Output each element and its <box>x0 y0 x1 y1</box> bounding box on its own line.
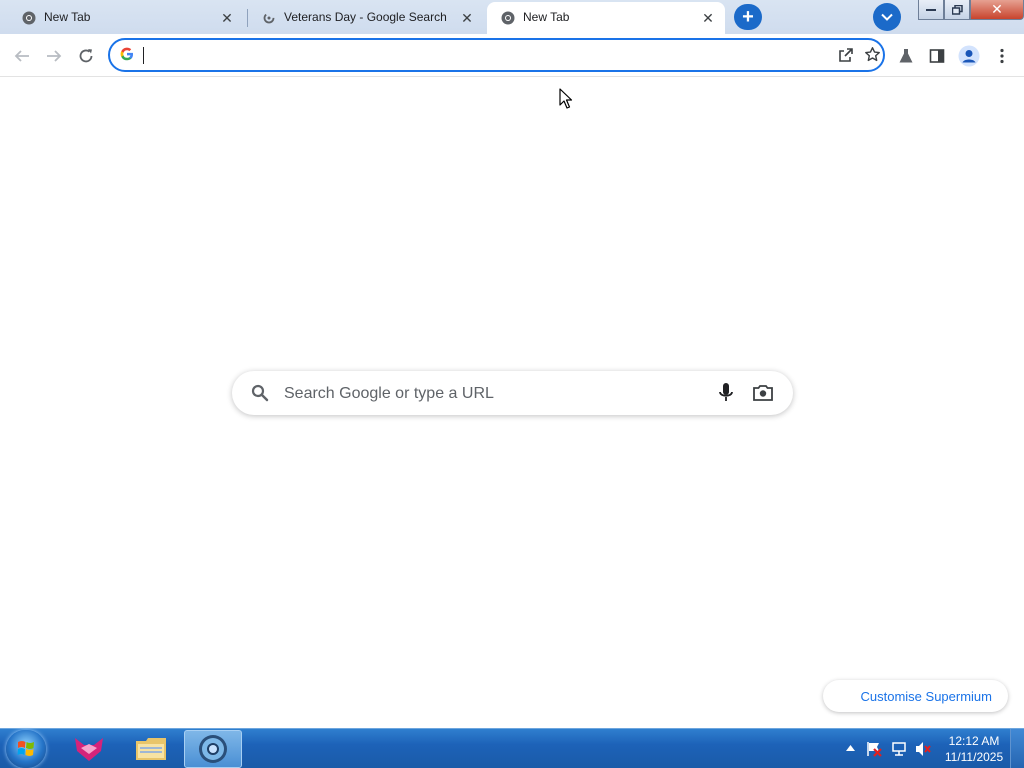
chevron-down-icon <box>881 13 893 21</box>
file-explorer-button[interactable] <box>122 730 180 768</box>
reload-button[interactable] <box>72 42 100 70</box>
microphone-icon[interactable] <box>716 382 736 404</box>
show-desktop-button[interactable] <box>1010 729 1024 768</box>
folder-icon <box>136 738 166 760</box>
loading-icon <box>261 10 277 26</box>
supermium-browser-button[interactable] <box>184 730 242 768</box>
profile-button[interactable] <box>955 42 983 70</box>
address-bar[interactable] <box>108 38 885 72</box>
minimize-button[interactable] <box>918 0 944 20</box>
foxit-app-button[interactable] <box>60 730 118 768</box>
labs-button[interactable] <box>892 42 920 70</box>
clock-time: 12:12 AM <box>948 734 1000 748</box>
camera-icon[interactable] <box>752 383 774 403</box>
search-box[interactable]: Search Google or type a URL <box>232 371 793 415</box>
reload-icon <box>79 49 93 63</box>
tab-close-button[interactable]: ✕ <box>218 9 236 27</box>
show-hidden-icons-button[interactable] <box>846 745 855 751</box>
taskbar-clock[interactable]: 12:12 AM 11/11/2025 <box>940 733 1008 765</box>
tab-title: Veterans Day - Google Search <box>284 10 447 24</box>
text-caret <box>143 47 144 64</box>
foxit-icon <box>75 738 103 761</box>
restore-icon <box>951 4 963 15</box>
chrome-icon <box>21 10 37 26</box>
customise-button[interactable]: Customise Supermium <box>823 680 1008 712</box>
share-icon <box>839 48 853 62</box>
tab-title: New Tab <box>44 10 91 24</box>
google-icon <box>120 47 134 64</box>
share-button[interactable] <box>836 45 856 65</box>
bookmark-star-button[interactable] <box>862 44 882 64</box>
tab-veterans-day[interactable]: Veterans Day - Google Search ✕ <box>248 2 484 34</box>
side-panel-icon <box>929 49 945 63</box>
tab-close-button[interactable]: ✕ <box>458 9 476 27</box>
tab-close-button[interactable]: ✕ <box>699 9 717 27</box>
system-tray: 12:12 AM 11/11/2025 <box>840 729 1024 768</box>
browser-toolbar <box>0 34 1024 77</box>
window-controls: ✕ <box>918 0 1024 20</box>
taskbar: 12:12 AM 11/11/2025 <box>0 728 1024 768</box>
search-icon <box>251 384 269 402</box>
close-window-button[interactable]: ✕ <box>970 0 1024 20</box>
restore-button[interactable] <box>944 0 970 20</box>
network-icon[interactable] <box>891 741 907 757</box>
back-button[interactable] <box>8 42 36 70</box>
chrome-icon <box>500 10 516 26</box>
new-tab-page: Search Google or type a URL Customise Su… <box>0 77 1024 728</box>
flask-icon <box>899 49 913 63</box>
tab-new-tab-active[interactable]: New Tab ✕ <box>487 2 725 34</box>
tab-new-tab-1[interactable]: New Tab ✕ <box>8 2 244 34</box>
tab-title: New Tab <box>523 10 570 24</box>
avatar-icon <box>958 45 980 67</box>
star-icon <box>864 46 880 61</box>
start-button[interactable] <box>6 730 46 768</box>
minimize-icon <box>926 8 936 11</box>
address-input[interactable] <box>142 45 822 65</box>
windows-logo-icon <box>17 741 34 756</box>
tab-search-button[interactable] <box>873 3 901 31</box>
arrow-right-icon <box>47 50 62 62</box>
volume-muted-icon[interactable] <box>915 741 932 757</box>
arrow-left-icon <box>14 50 29 62</box>
menu-button[interactable] <box>988 42 1016 70</box>
search-placeholder: Search Google or type a URL <box>284 385 494 402</box>
side-panel-button[interactable] <box>923 42 951 70</box>
forward-button[interactable] <box>40 42 68 70</box>
more-vert-icon <box>1000 48 1004 64</box>
tab-strip: New Tab ✕ Veterans Day - Google Search ✕… <box>0 0 1024 34</box>
browser-globe-icon <box>199 735 227 763</box>
clock-date: 11/11/2025 <box>944 750 1004 764</box>
new-tab-button[interactable]: + <box>734 4 762 30</box>
action-center-flag-icon[interactable] <box>866 741 882 757</box>
mouse-cursor-icon <box>559 88 573 109</box>
